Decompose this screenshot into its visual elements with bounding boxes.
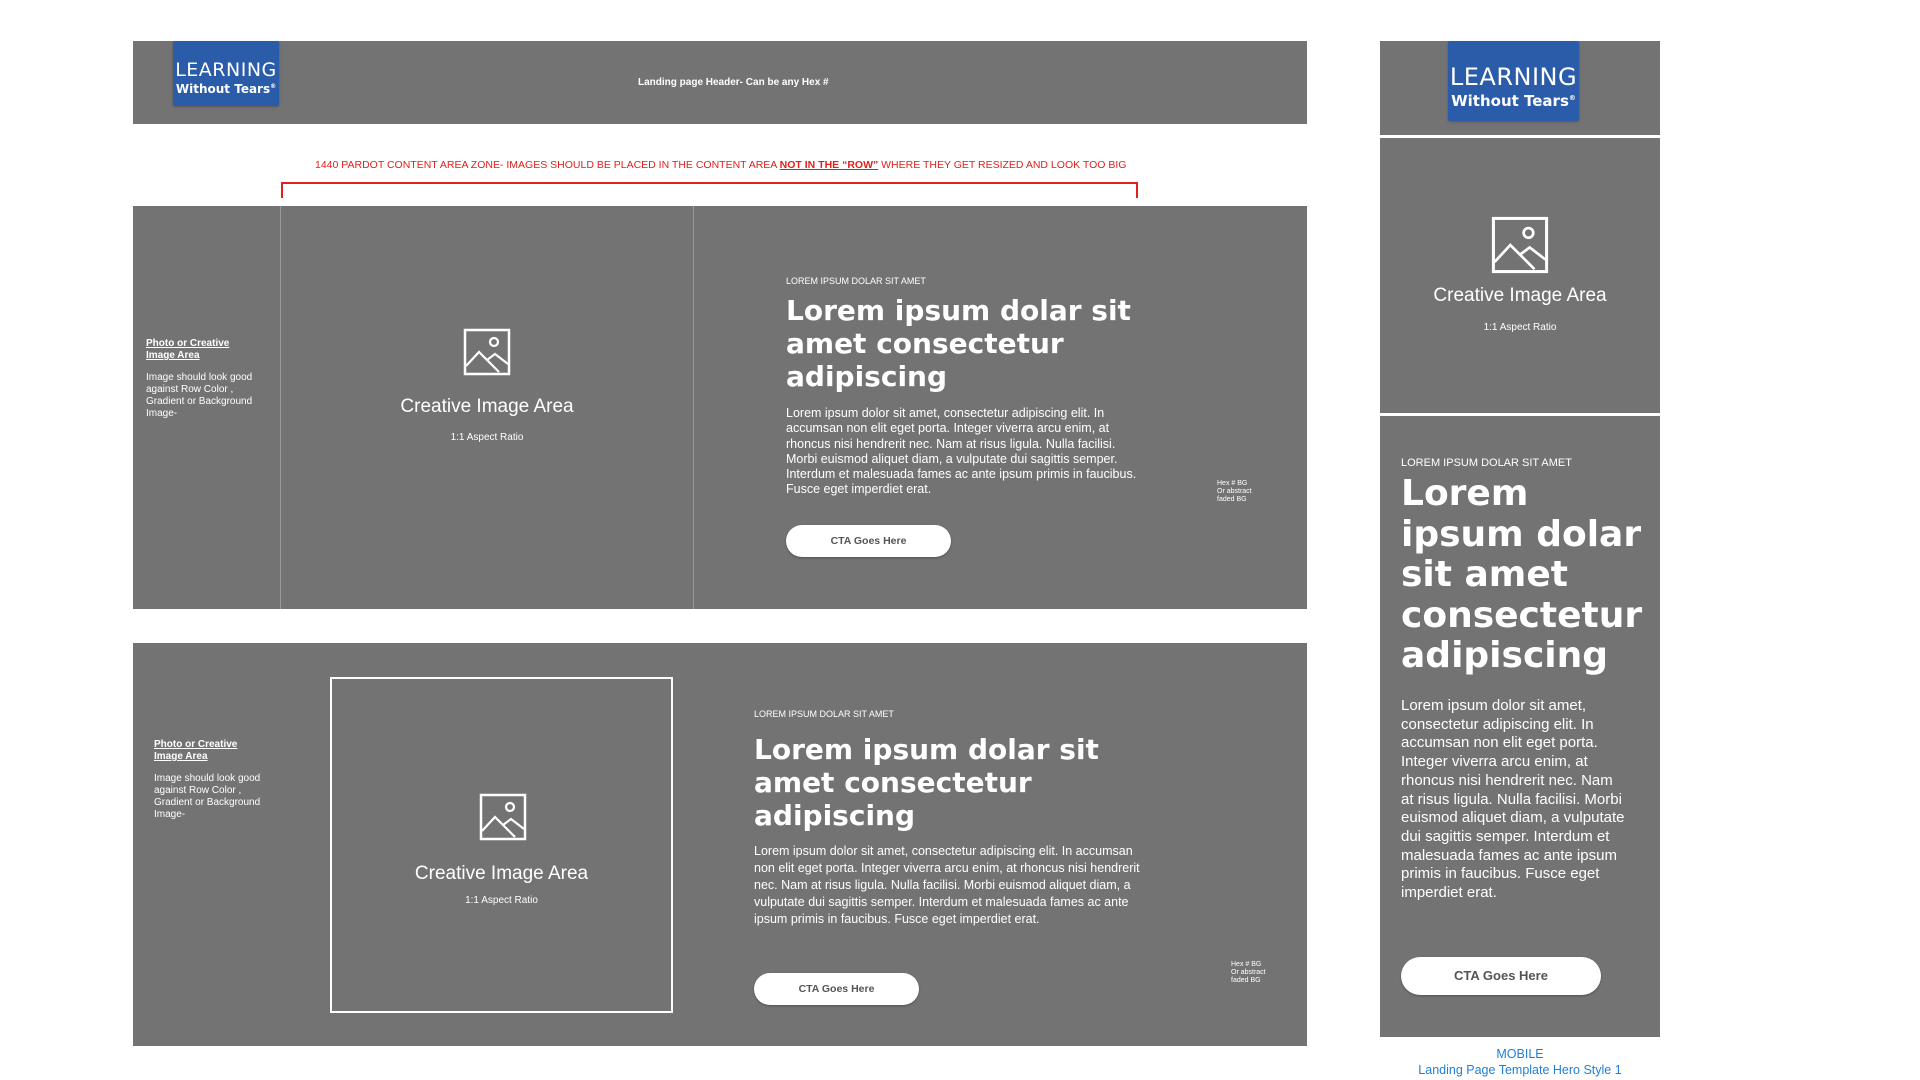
mobile-eyebrow: LOREM IPSUM DOLAR SIT AMET xyxy=(1401,457,1572,469)
mobile-image-ratio: 1:1 Aspect Ratio xyxy=(1483,322,1557,333)
hero2-side-title: Photo or Creative Image Area xyxy=(154,739,238,762)
desktop-header-bar: LEARNING Without Tears® Landing page Hea… xyxy=(133,41,1307,124)
hero1-heading: Lorem ipsum dolar sit amet consectetur a… xyxy=(786,294,1131,393)
hero1-cta-button[interactable]: CTA Goes Here xyxy=(786,525,951,557)
content-zone-note-part1: 1440 PARDOT CONTENT AREA ZONE- IMAGES SH… xyxy=(315,159,780,171)
mobile-logo-registered-mark: ® xyxy=(1568,94,1576,102)
header-label: Landing page Header- Can be any Hex # xyxy=(638,77,829,88)
logo-registered-mark: ® xyxy=(270,83,277,90)
hero1-divider-right xyxy=(693,206,694,609)
hero2-side-notes: Photo or Creative Image Area Image should… xyxy=(154,739,272,821)
hero1-body: Lorem ipsum dolor sit amet, consectetur … xyxy=(786,406,1137,497)
content-zone-bracket xyxy=(281,182,1138,198)
image-icon xyxy=(463,328,511,376)
mobile-cta-button[interactable]: CTA Goes Here xyxy=(1401,957,1601,995)
hero2-eyebrow: LOREM IPSUM DOLAR SIT AMET xyxy=(754,709,894,719)
image-icon xyxy=(479,793,527,841)
hero1-image-title: Creative Image Area xyxy=(400,396,574,417)
hero2-heading: Lorem ipsum dolar sit amet consectetur a… xyxy=(754,733,1099,832)
mobile-caption: MOBILE Landing Page Template Hero Style … xyxy=(1380,1046,1660,1078)
hero1-side-title: Photo or Creative Image Area xyxy=(146,338,230,361)
hero2-image-title: Creative Image Area xyxy=(414,863,589,884)
image-icon xyxy=(1491,216,1549,274)
mobile-logo-line2: Without Tears xyxy=(1451,92,1569,110)
content-zone-note-part2: WHERE THEY GET RESIZED AND LOOK TOO BIG xyxy=(878,159,1127,171)
content-zone-note: 1440 PARDOT CONTENT AREA ZONE- IMAGES SH… xyxy=(315,159,1126,171)
hero2-hex-note: Hex # BG Or abstract faded BG xyxy=(1231,961,1266,984)
hero-style-2: Photo or Creative Image Area Image should… xyxy=(133,643,1307,1046)
mobile-logo-line1: LEARNING xyxy=(1449,63,1578,91)
hero1-image-ratio: 1:1 Aspect Ratio xyxy=(450,432,524,443)
mobile-image-placeholder: Creative Image Area 1:1 Aspect Ratio xyxy=(1380,138,1660,413)
mobile-header: LEARNING Without Tears® xyxy=(1380,41,1660,135)
mobile-brand-logo[interactable]: LEARNING Without Tears® xyxy=(1448,41,1579,121)
hero2-image-ratio: 1:1 Aspect Ratio xyxy=(465,895,538,906)
hero1-side-desc: Image should look good against Row Color… xyxy=(146,372,253,419)
mobile-body: Lorem ipsum dolor sit amet, consectetur … xyxy=(1401,697,1625,902)
hero2-side-desc: Image should look good against Row Color… xyxy=(154,773,261,820)
content-zone-note-emphasis: NOT IN THE “ROW” xyxy=(779,159,879,171)
hero2-image-placeholder: Creative Image Area 1:1 Aspect Ratio xyxy=(330,677,673,1013)
logo-line2: Without Tears xyxy=(175,82,271,96)
hero2-body: Lorem ipsum dolor sit amet, consectetur … xyxy=(754,844,1140,926)
brand-logo[interactable]: LEARNING Without Tears® xyxy=(173,41,279,106)
mobile-image-title: Creative Image Area xyxy=(1433,285,1607,306)
mobile-caption-line1: MOBILE xyxy=(1496,1047,1544,1061)
hero1-hex-note: Hex # BG Or abstract faded BG xyxy=(1217,480,1252,503)
mobile-copy-block: LOREM IPSUM DOLAR SIT AMET Lorem ipsum d… xyxy=(1380,416,1660,1037)
hero1-side-notes: Photo or Creative Image Area Image should… xyxy=(146,338,264,420)
hero1-eyebrow: LOREM IPSUM DOLAR SIT AMET xyxy=(786,276,926,286)
hero2-cta-button[interactable]: CTA Goes Here xyxy=(754,973,919,1005)
mobile-caption-line2: Landing Page Template Hero Style 1 xyxy=(1418,1063,1622,1077)
mobile-heading: Lorem ipsum dolar sit amet consectetur a… xyxy=(1401,473,1643,676)
hero-style-1: Photo or Creative Image Area Image should… xyxy=(133,206,1307,609)
logo-line1: LEARNING xyxy=(175,59,277,81)
hero1-image-placeholder: Creative Image Area 1:1 Aspect Ratio xyxy=(281,206,693,609)
